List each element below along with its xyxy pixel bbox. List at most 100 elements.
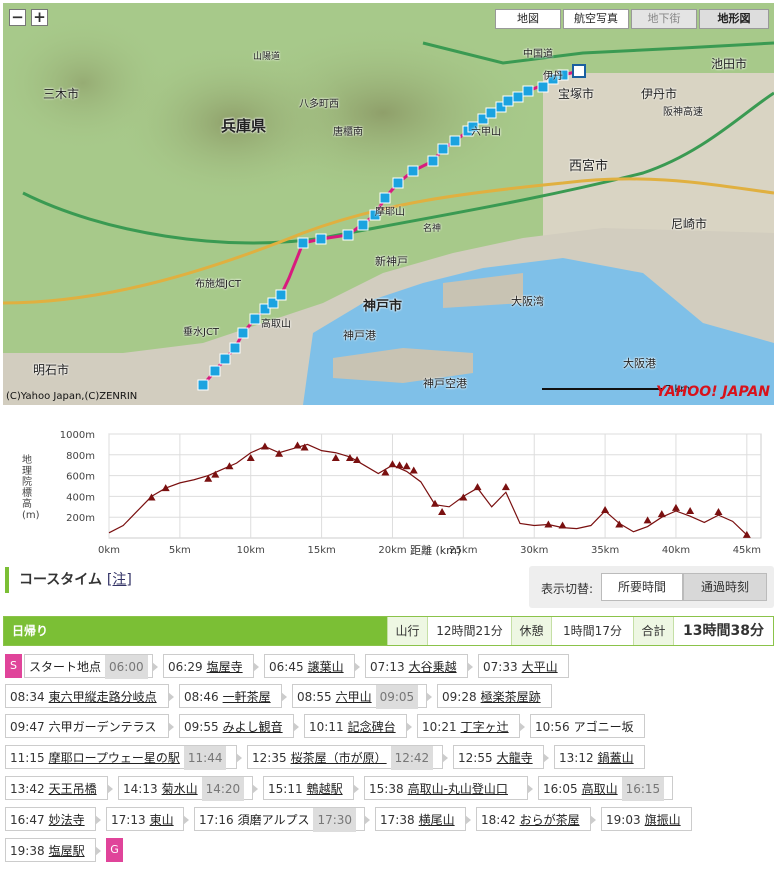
point-name-link[interactable]: 丁字ヶ辻: [461, 715, 513, 739]
point-name-link[interactable]: 六甲山: [336, 685, 376, 709]
arrival-time: 07:33: [483, 660, 518, 674]
total-time: 13時間38分: [673, 617, 773, 645]
map-waypoint[interactable]: [249, 313, 261, 325]
point-name-link[interactable]: 摩耶ロープウェー星の駅: [49, 746, 184, 770]
point-name-link[interactable]: 記念碑台: [348, 715, 400, 739]
map-label: 山陽道: [253, 52, 281, 62]
point-name-link[interactable]: 桜茶屋（市が原）: [291, 746, 391, 770]
arrival-time: 17:13: [111, 813, 146, 827]
course-point: 08:46 一軒茶屋: [179, 684, 287, 709]
map-label: 阪神高速: [663, 107, 703, 118]
map-label: 神戸港: [343, 329, 376, 342]
map-waypoint[interactable]: [407, 165, 419, 177]
course-point: 18:42 おらが茶屋: [476, 807, 596, 832]
arrival-time: 14:13: [123, 782, 158, 796]
map-label: 唐櫃南: [333, 127, 363, 138]
map-waypoint[interactable]: [229, 342, 241, 354]
point-name-link[interactable]: 天王吊橋: [49, 777, 101, 801]
elevation-y-axis-label: 地理院 標高 (m): [22, 455, 40, 521]
map-label: 名神: [423, 224, 442, 234]
x-tick-label: 45km: [733, 545, 761, 556]
arrival-time: 08:34: [10, 690, 45, 704]
map-label: 摩耶山: [375, 207, 405, 218]
elevation-svg: 1000m800m600m400m200m0km 5km 10km 15km 20km 2…: [60, 430, 762, 556]
point-name-link[interactable]: 高取山: [582, 777, 622, 801]
arrival-time: 12:35: [252, 751, 287, 765]
point-name-link[interactable]: 菊水山: [162, 777, 202, 801]
map-waypoint[interactable]: [379, 192, 391, 204]
route-map[interactable]: − + 地図 航空写真 地下街 地形図 兵庫県 三木市 神戸市 明石市 宝塚市 西宮市 尼崎…: [3, 3, 774, 405]
map-waypoint[interactable]: [342, 229, 354, 241]
toggle-passing-time-button[interactable]: 通過時刻: [683, 573, 767, 601]
point-name-link[interactable]: 塩屋駅: [49, 839, 89, 863]
departure-time: 17:30: [313, 808, 357, 832]
point-name-link[interactable]: 大龍寺: [497, 746, 537, 770]
point-name-link[interactable]: 譲葉山: [308, 655, 348, 679]
point-name-link[interactable]: みよし観音: [223, 715, 287, 739]
departure-time: 14:20: [201, 777, 245, 801]
map-type-underground-button[interactable]: 地下街: [631, 9, 697, 29]
course-point: 08:34 東六甲縦走路分岐点: [5, 684, 174, 709]
map-waypoint[interactable]: [209, 365, 221, 377]
point-name-link[interactable]: 鍋蓋山: [598, 746, 638, 770]
point-name-link[interactable]: 妙法寺: [49, 808, 89, 832]
map-waypoint[interactable]: [522, 85, 534, 97]
map-label: 大阪港: [623, 357, 656, 370]
map-waypoint[interactable]: [449, 135, 461, 147]
course-point: 19:38 塩屋駅: [5, 838, 101, 863]
yahoo-logo: YAHOO! JAPAN: [656, 384, 770, 400]
point-name-link[interactable]: 大平山: [522, 655, 562, 679]
map-type-terrain-button[interactable]: 地形図: [699, 9, 769, 29]
arrival-time: 16:05: [543, 782, 578, 796]
map-waypoint[interactable]: [437, 143, 449, 155]
course-point: 09:47 六甲ガーデンテラス: [5, 714, 174, 738]
map-type-standard-button[interactable]: 地図: [495, 9, 561, 29]
point-name-link[interactable]: 鵯越駅: [307, 777, 347, 801]
map-waypoint[interactable]: [502, 95, 514, 107]
x-tick-label: 15km: [307, 545, 335, 556]
map-label: 神戸空港: [423, 377, 467, 390]
course-point: 16:47 妙法寺: [5, 807, 101, 832]
point-name-link[interactable]: 極楽茶屋跡: [481, 685, 545, 709]
arrival-time: 10:56: [535, 720, 570, 734]
arrival-time: 15:11: [268, 782, 303, 796]
point-name-link[interactable]: おらが茶屋: [520, 808, 584, 832]
map-waypoint[interactable]: [237, 327, 249, 339]
zoom-out-button[interactable]: −: [9, 9, 26, 26]
map-waypoint[interactable]: [297, 237, 309, 249]
map-waypoint[interactable]: [537, 81, 549, 93]
map-label: 西宮市: [569, 159, 609, 174]
point-name-link[interactable]: 大谷乗越: [409, 655, 461, 679]
point-name-link[interactable]: 高取山-丸山登山口: [408, 777, 512, 801]
map-label: 宝塚市: [558, 87, 595, 101]
course-point: 12:55 大龍寺: [453, 745, 549, 770]
point-name-link[interactable]: 横尾山: [419, 808, 459, 832]
x-tick-label: 10km: [237, 545, 265, 556]
map-waypoint[interactable]: [315, 233, 327, 245]
map-waypoint[interactable]: [219, 353, 231, 365]
course-time-note-link[interactable]: [注]: [107, 572, 132, 588]
point-name-link[interactable]: 一軒茶屋: [223, 685, 275, 709]
point-name-link[interactable]: 東山: [150, 808, 178, 832]
map-type-aerial-button[interactable]: 航空写真: [563, 9, 629, 29]
map-waypoint[interactable]: [512, 91, 524, 103]
x-tick-label: 20km: [378, 545, 406, 556]
total-label: 合計: [633, 617, 673, 645]
point-name-link: アゴニー坂: [573, 720, 634, 734]
y-tick-label: 1000m: [60, 430, 95, 441]
map-waypoint[interactable]: [485, 107, 497, 119]
climb-time: 12時間21分: [427, 617, 511, 645]
point-name-link[interactable]: 塩屋寺: [207, 655, 247, 679]
map-waypoint[interactable]: [275, 289, 287, 301]
zoom-in-button[interactable]: +: [31, 9, 48, 26]
map-waypoint[interactable]: [427, 155, 439, 167]
map-waypoint[interactable]: [197, 379, 209, 391]
map-label: 神戸市: [363, 299, 403, 314]
map-waypoint[interactable]: [357, 219, 369, 231]
course-point: 06:29 塩屋寺: [163, 654, 259, 679]
point-name-link[interactable]: 旗振山: [645, 808, 685, 832]
map-waypoint[interactable]: [392, 177, 404, 189]
point-name-link[interactable]: 東六甲縦走路分岐点: [49, 685, 161, 709]
toggle-duration-button[interactable]: 所要時間: [601, 573, 683, 601]
map-label: 伊丹: [543, 71, 563, 82]
